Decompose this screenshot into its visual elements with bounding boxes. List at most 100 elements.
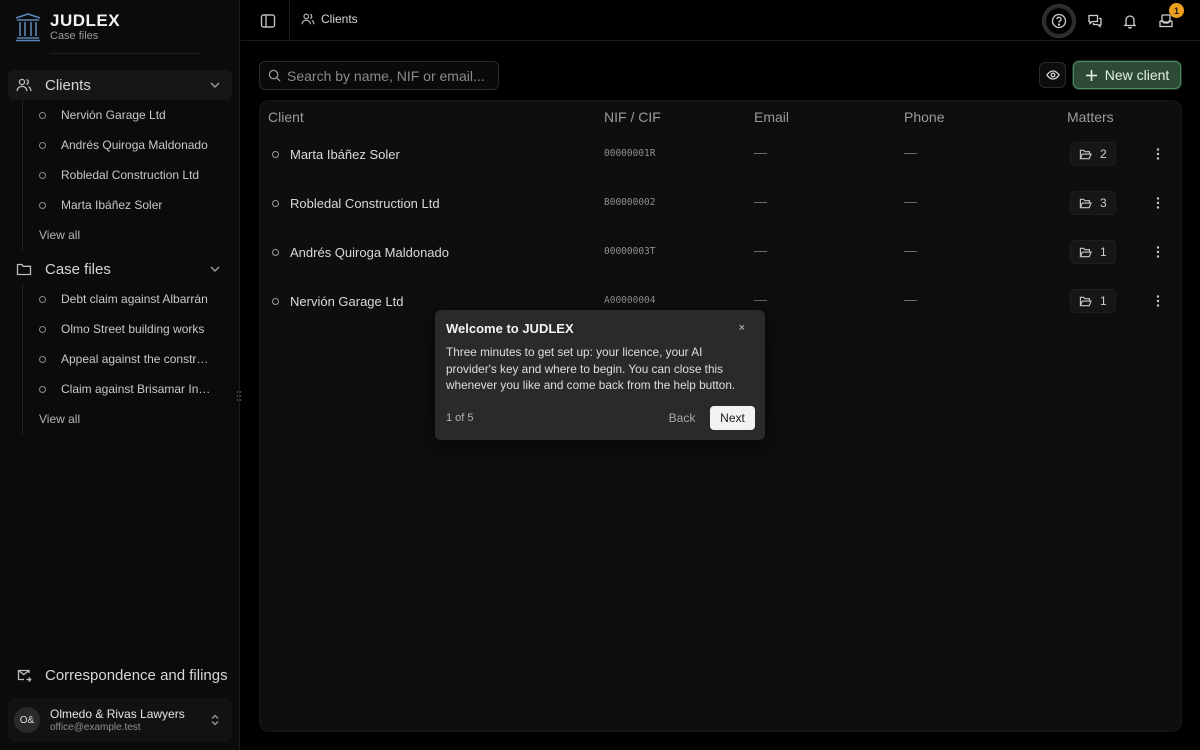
search-field[interactable] — [259, 61, 499, 90]
close-icon[interactable]: × — [739, 322, 745, 334]
circle-icon — [39, 111, 46, 119]
circle-icon — [39, 201, 46, 209]
table-row[interactable]: Robledal Construction Ltd B00000002 — — … — [260, 180, 1181, 229]
client-phone: — — [904, 243, 917, 258]
list-item-label: Robledal Construction Ltd — [61, 168, 200, 182]
client-nif: 00000003T — [604, 246, 656, 257]
sidebar-section-clients[interactable]: Clients — [8, 70, 232, 100]
clients-sublist: Nervión Garage Ltd Andrés Quiroga Maldon… — [22, 100, 222, 250]
folder-open-icon — [1079, 296, 1092, 306]
circle-icon — [39, 355, 46, 363]
sidebar-item-correspondence[interactable]: Correspondence and filings — [8, 660, 232, 690]
tour-body: Three minutes to get set up: your licenc… — [446, 345, 736, 392]
sidebar-case-item[interactable]: Appeal against the construction — [23, 344, 222, 374]
matters-count: 1 — [1100, 294, 1107, 308]
list-item-label: Debt claim against Albarrán — [61, 292, 208, 306]
search-icon — [268, 69, 281, 82]
sidebar-case-item[interactable]: Debt claim against Albarrán — [23, 284, 222, 314]
list-item-label: Claim against Brisamar Insurance — [61, 382, 211, 396]
column-header-phone[interactable]: Phone — [904, 109, 944, 125]
sidebar-section-label: Case files — [45, 260, 111, 278]
sidebar-section-case-files[interactable]: Case files — [8, 254, 232, 284]
matters-count-button[interactable]: 3 — [1070, 191, 1116, 215]
client-name[interactable]: Robledal Construction Ltd — [290, 196, 440, 211]
case-files-view-all-link[interactable]: View all — [23, 404, 222, 434]
sidebar-case-item[interactable]: Olmo Street building works — [23, 314, 222, 344]
account-email: office@example.test — [50, 721, 141, 733]
column-header-client[interactable]: Client — [268, 109, 304, 125]
list-item-label: Andrés Quiroga Maldonado — [61, 138, 208, 152]
client-name[interactable]: Andrés Quiroga Maldonado — [290, 245, 449, 260]
sidebar-client-item[interactable]: Andrés Quiroga Maldonado — [23, 130, 222, 160]
more-vertical-icon[interactable] — [1152, 293, 1164, 309]
brand[interactable]: JUDLEX Case files — [14, 12, 120, 42]
circle-icon — [39, 171, 46, 179]
client-name[interactable]: Marta Ibáñez Soler — [290, 147, 400, 162]
more-vertical-icon[interactable] — [1152, 146, 1164, 162]
users-icon — [301, 13, 315, 25]
circle-icon — [39, 385, 46, 393]
more-vertical-icon[interactable] — [1152, 195, 1164, 211]
help-button[interactable] — [1046, 8, 1072, 34]
new-client-label: New client — [1104, 67, 1170, 83]
brand-subtitle: Case files — [50, 30, 99, 42]
client-email: — — [754, 292, 767, 307]
sidebar-client-item[interactable]: Robledal Construction Ltd — [23, 160, 222, 190]
divider — [289, 0, 290, 41]
folder-open-icon — [1079, 198, 1092, 208]
help-circle-icon — [1051, 13, 1067, 29]
sidebar-client-item[interactable]: Nervión Garage Ltd — [23, 100, 222, 130]
matters-count-button[interactable]: 2 — [1070, 142, 1116, 166]
column-header-nif[interactable]: NIF / CIF — [604, 109, 661, 125]
notifications-button[interactable] — [1117, 8, 1143, 34]
list-item-label: Appeal against the construction — [61, 352, 211, 366]
messages-button[interactable] — [1082, 8, 1108, 34]
chevron-down-icon[interactable] — [208, 262, 222, 276]
tour-back-button[interactable]: Back — [657, 406, 707, 430]
tour-next-button[interactable]: Next — [710, 406, 755, 430]
account-switcher[interactable]: O& Olmedo & Rivas Lawyers office@example… — [8, 698, 232, 742]
list-item-label: Marta Ibáñez Soler — [61, 198, 163, 212]
circle-icon — [272, 249, 279, 256]
breadcrumb-label: Clients — [321, 12, 358, 26]
notification-badge: 1 — [1169, 3, 1184, 18]
sidebar-toggle-icon[interactable] — [259, 12, 277, 30]
brand-name: JUDLEX — [50, 11, 121, 30]
clients-view-all-link[interactable]: View all — [23, 220, 222, 250]
sidebar-section-label: Clients — [45, 76, 91, 94]
client-email: — — [754, 194, 767, 209]
sidebar-resize-handle-icon[interactable] — [235, 389, 243, 403]
matters-count-button[interactable]: 1 — [1070, 289, 1116, 313]
circle-icon — [39, 295, 46, 303]
sidebar-case-item[interactable]: Claim against Brisamar Insurance — [23, 374, 222, 404]
new-client-button[interactable]: New client — [1073, 61, 1181, 89]
client-name[interactable]: Nervión Garage Ltd — [290, 294, 403, 309]
chevron-down-icon[interactable] — [208, 78, 222, 92]
topbar: Clients 1 — [241, 0, 1200, 41]
folder-open-icon — [1079, 149, 1092, 159]
tasks-button[interactable]: 1 — [1153, 3, 1184, 34]
search-input[interactable] — [287, 67, 487, 84]
column-header-email[interactable]: Email — [754, 109, 789, 125]
circle-icon — [39, 141, 46, 149]
account-name: Olmedo & Rivas Lawyers — [50, 706, 185, 721]
column-header-matters[interactable]: Matters — [1067, 109, 1114, 125]
client-nif: A00000004 — [604, 295, 656, 306]
sidebar-client-item[interactable]: Marta Ibáñez Soler — [23, 190, 222, 220]
users-icon — [16, 78, 32, 92]
divider — [50, 53, 201, 54]
table-row[interactable]: Andrés Quiroga Maldonado 00000003T — — 1 — [260, 229, 1181, 278]
columns-logo-icon — [15, 13, 41, 42]
circle-icon — [272, 200, 279, 207]
client-phone: — — [904, 292, 917, 307]
avatar: O& — [14, 707, 40, 733]
matters-count: 3 — [1100, 196, 1107, 210]
toggle-visibility-button[interactable] — [1039, 62, 1066, 88]
messages-icon — [1088, 14, 1102, 28]
more-vertical-icon[interactable] — [1152, 244, 1164, 260]
matters-count: 2 — [1100, 147, 1107, 161]
matters-count-button[interactable]: 1 — [1070, 240, 1116, 264]
table-row[interactable]: Marta Ibáñez Soler 00000001R — — 2 — [260, 131, 1181, 180]
breadcrumb: Clients — [301, 12, 358, 26]
client-email: — — [754, 243, 767, 258]
